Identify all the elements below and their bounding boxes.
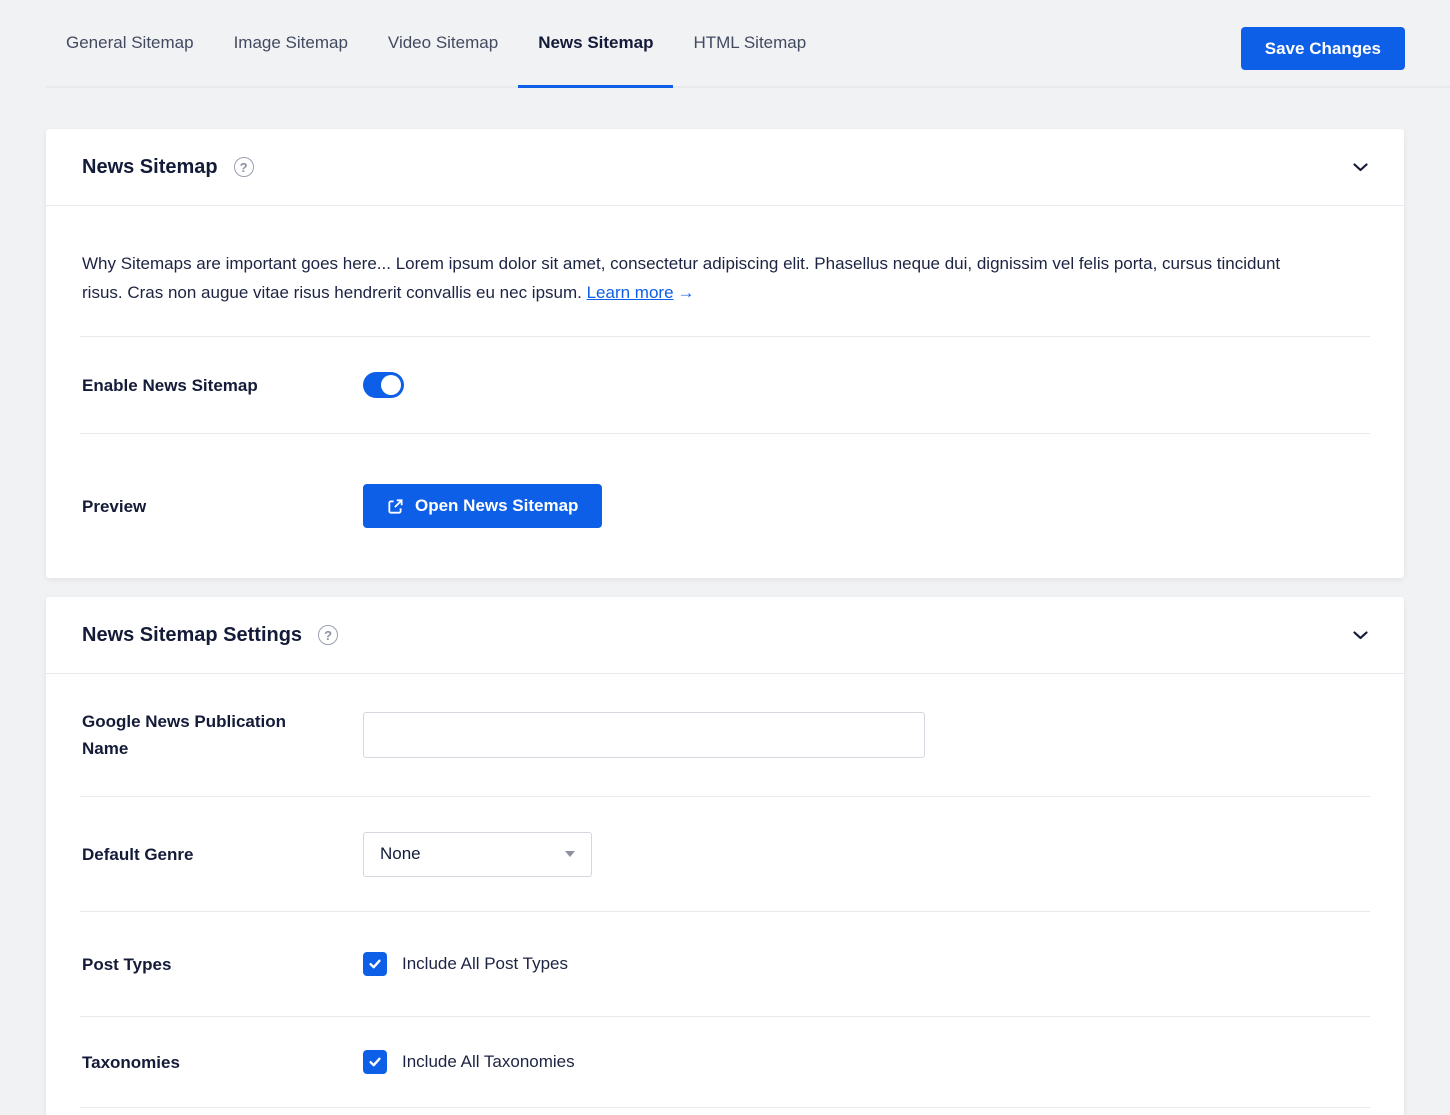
include-all-post-types-label: Include All Post Types [402,954,568,974]
publication-name-row: Google News Publication Name [46,674,1404,796]
default-genre-label: Default Genre [82,841,363,868]
include-all-post-types-checkbox[interactable] [363,952,387,976]
default-genre-selected-value: None [380,844,421,864]
tab-video-sitemap[interactable]: Video Sitemap [368,0,518,86]
card-title: News Sitemap Settings [82,624,302,647]
learn-more-arrow-icon[interactable]: → [678,283,695,302]
enable-news-sitemap-toggle[interactable] [363,372,404,398]
include-all-taxonomies-label: Include All Taxonomies [402,1052,575,1072]
help-icon[interactable]: ? [234,157,254,177]
chevron-down-icon[interactable] [1353,631,1368,640]
publication-name-input[interactable] [363,712,925,758]
check-icon [368,957,382,971]
toggle-knob [381,375,401,395]
enable-news-sitemap-label: Enable News Sitemap [82,372,363,399]
tab-general-sitemap[interactable]: General Sitemap [46,0,214,86]
include-all-taxonomies-checkbox[interactable] [363,1050,387,1074]
preview-row: Preview Open News Sitemap [46,434,1404,578]
taxonomies-row: Taxonomies Include All Taxonomies [46,1017,1404,1107]
enable-news-sitemap-row: Enable News Sitemap [46,337,1404,433]
card-description: Why Sitemaps are important goes here... … [46,206,1404,336]
card-title: News Sitemap [82,156,218,179]
tab-news-sitemap[interactable]: News Sitemap [518,0,673,86]
help-icon[interactable]: ? [318,625,338,645]
preview-label: Preview [82,493,363,520]
open-news-sitemap-label: Open News Sitemap [415,496,578,516]
post-types-label: Post Types [82,951,363,978]
taxonomies-label: Taxonomies [82,1049,363,1076]
open-news-sitemap-button[interactable]: Open News Sitemap [363,484,602,528]
news-sitemap-card: News Sitemap ? Why Sitemaps are importan… [46,129,1404,578]
tab-html-sitemap[interactable]: HTML Sitemap [673,0,826,86]
news-sitemap-settings-card: News Sitemap Settings ? Google News Publ… [46,597,1404,1115]
divider [80,1107,1370,1108]
default-genre-row: Default Genre None [46,797,1404,911]
learn-more-link[interactable]: Learn more [587,283,674,302]
chevron-down-icon[interactable] [1353,163,1368,172]
caret-down-icon [565,851,575,857]
news-sitemap-card-header: News Sitemap ? [46,129,1404,206]
tab-list: General Sitemap Image Sitemap Video Site… [46,0,1450,86]
publication-name-label: Google News Publication Name [82,708,363,762]
tab-image-sitemap[interactable]: Image Sitemap [214,0,368,86]
default-genre-select[interactable]: None [363,832,592,877]
settings-card-header: News Sitemap Settings ? [46,597,1404,674]
external-link-icon [387,498,404,515]
check-icon [368,1055,382,1069]
sitemap-tabs-bar: General Sitemap Image Sitemap Video Site… [46,0,1450,88]
post-types-row: Post Types Include All Post Types [46,912,1404,1016]
save-changes-button[interactable]: Save Changes [1241,27,1405,70]
